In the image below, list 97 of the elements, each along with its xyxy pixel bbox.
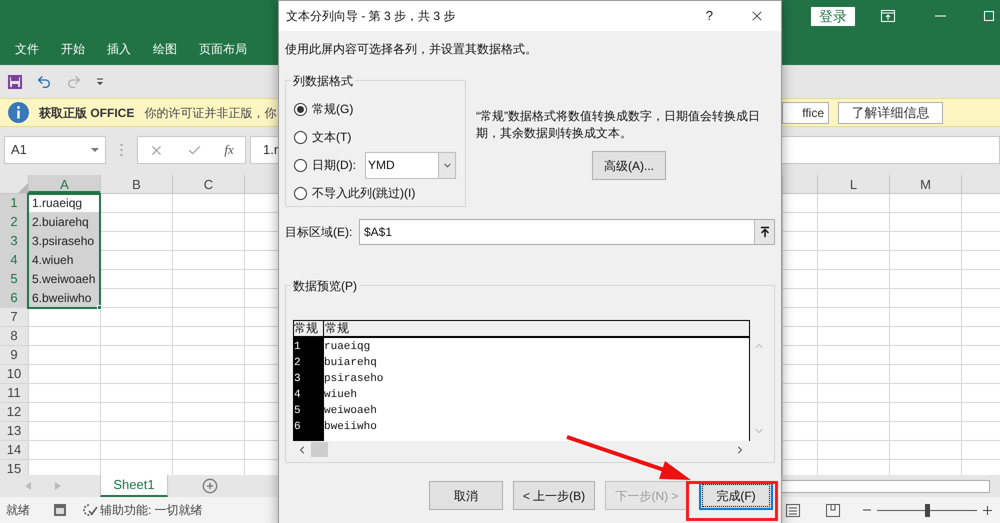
column-header[interactable]: B xyxy=(100,175,172,193)
message-text: 你的许可证并非正版，你 xyxy=(144,104,276,122)
preview-header: 常规 xyxy=(294,321,324,336)
minimize-icon[interactable] xyxy=(935,15,946,17)
row-header[interactable]: 2 xyxy=(0,213,28,231)
format-description: “常规”数据格式将数值转换成数字，日期值会转换成日期，其余数据则转换成文本。 xyxy=(476,108,761,142)
dialog-button[interactable]: < 上一步(B) xyxy=(513,481,595,510)
preview-row-number: 2 xyxy=(294,356,302,371)
destination-label: 目标区域(E): xyxy=(285,224,354,241)
cell-text: 3.psiraseho xyxy=(32,234,94,248)
help-button[interactable]: ? xyxy=(706,6,713,26)
zoom-slider[interactable] xyxy=(877,504,977,516)
scroll-thumb[interactable] xyxy=(311,442,328,457)
instruction-text: 使用此屏内容可选择各列，并设置其数据格式。 xyxy=(285,41,538,58)
row-header[interactable]: 11 xyxy=(0,384,28,402)
ribbon-display-icon[interactable] xyxy=(881,10,895,22)
preview-cell-text: weiwoaeh xyxy=(324,404,378,419)
name-box[interactable]: A1 xyxy=(4,136,106,164)
preview-cell-text: ruaeiqg xyxy=(324,340,372,355)
cell-text: 5.weiwoaeh xyxy=(32,272,96,286)
ribbon-tab[interactable]: 开始 xyxy=(61,40,85,58)
status-text: 就绪 xyxy=(6,502,30,519)
zoom-thumb[interactable] xyxy=(925,504,930,516)
insert-function-button[interactable]: fx xyxy=(224,140,234,160)
radio-button[interactable] xyxy=(294,158,307,172)
advanced-button[interactable]: 高级(A)... xyxy=(592,151,666,180)
preview-row-number: 6 xyxy=(294,420,302,435)
radio-label[interactable]: 不导入此列(跳过)(I) xyxy=(312,184,416,202)
info-icon xyxy=(8,102,29,123)
preview-header: 常规 xyxy=(324,321,350,336)
dialog-button[interactable]: 完成(F) xyxy=(699,481,773,510)
message-button[interactable]: 了解详细信息 xyxy=(838,102,943,124)
zoom-in-icon[interactable] xyxy=(983,506,992,514)
preview-row-number: 5 xyxy=(294,404,302,419)
ribbon-tab[interactable]: 文件 xyxy=(15,40,39,58)
add-sheet-icon[interactable] xyxy=(202,478,218,494)
preview-cell-text: bweiiwho xyxy=(324,420,378,435)
row-header[interactable]: 7 xyxy=(0,308,28,326)
group-label: 数据预览(P) xyxy=(291,277,359,295)
radio-label[interactable]: 常规(G) xyxy=(312,100,354,118)
ribbon-tab[interactable]: 绘图 xyxy=(153,40,177,58)
customize-icon[interactable] xyxy=(96,78,104,86)
row-header[interactable]: 10 xyxy=(0,365,28,383)
preview-cell-text: buiarehq xyxy=(324,356,378,371)
radio-label[interactable]: 日期(D): xyxy=(312,156,356,174)
dropdown-icon[interactable] xyxy=(91,148,99,152)
row-header[interactable]: 8 xyxy=(0,327,28,345)
preview-cell-text: psiraseho xyxy=(324,372,384,387)
undo-icon[interactable] xyxy=(36,74,52,90)
page-break-icon[interactable] xyxy=(826,504,840,516)
cell-text: 4.wiueh xyxy=(32,253,74,267)
group-label: 列数据格式 xyxy=(291,72,355,90)
accessibility-status[interactable]: 辅助功能: 一切就绪 xyxy=(100,501,203,519)
preview-row-number: 4 xyxy=(294,388,302,403)
ribbon-tab[interactable]: 页面布局 xyxy=(199,40,247,58)
grip-icon xyxy=(120,143,123,157)
row-header[interactable]: 15 xyxy=(0,460,28,475)
column-header[interactable]: A xyxy=(28,175,100,193)
cell-text: 1.ruaeiqg xyxy=(32,196,82,210)
row-header[interactable]: 4 xyxy=(0,251,28,269)
row-header[interactable]: 1 xyxy=(0,194,28,212)
dialog-button[interactable]: 取消 xyxy=(429,481,503,510)
collapse-dialog-icon[interactable] xyxy=(758,226,770,238)
sheet-tab[interactable]: Sheet1 xyxy=(100,475,168,497)
row-header[interactable]: 12 xyxy=(0,403,28,421)
signin-button[interactable]: 登录 xyxy=(811,6,855,26)
radio-label[interactable]: 文本(T) xyxy=(312,128,352,146)
preview-row-number: 1 xyxy=(294,340,302,355)
date-format-select[interactable]: YMD xyxy=(365,152,456,178)
radio-button[interactable] xyxy=(294,186,307,200)
maximize-icon[interactable] xyxy=(984,11,994,21)
macro-icon[interactable] xyxy=(54,504,66,516)
radio-button[interactable] xyxy=(294,130,307,144)
radio-button[interactable] xyxy=(294,102,307,116)
ribbon-tab[interactable]: 插入 xyxy=(107,40,131,58)
cell-text: 6.bweiiwho xyxy=(32,291,92,305)
preview-row-number: 3 xyxy=(294,372,302,387)
page-layout-icon[interactable] xyxy=(786,504,800,516)
destination-field[interactable]: $A$1 xyxy=(359,219,775,245)
dialog-title: 文本分列向导 - 第 3 步，共 3 步 xyxy=(286,8,456,25)
row-header[interactable]: 6 xyxy=(0,289,28,307)
column-header[interactable]: C xyxy=(172,175,244,193)
save-icon[interactable] xyxy=(8,74,22,88)
row-header[interactable]: 3 xyxy=(0,232,28,250)
row-header[interactable]: 5 xyxy=(0,270,28,288)
row-header[interactable]: 14 xyxy=(0,441,28,459)
column-header[interactable]: L xyxy=(817,175,889,193)
row-header[interactable]: 13 xyxy=(0,422,28,440)
fill-handle[interactable] xyxy=(97,305,102,310)
message-button[interactable]: ffice xyxy=(782,102,829,124)
message-title: 获取正版 OFFICE xyxy=(39,104,134,122)
cell-text: 2.buiarehq xyxy=(32,215,89,229)
accessibility-icon[interactable] xyxy=(82,503,98,517)
horizontal-scrollbar[interactable] xyxy=(781,480,990,493)
column-header[interactable]: M xyxy=(889,175,961,193)
preview-cell-text: wiueh xyxy=(324,388,358,403)
row-header[interactable]: 9 xyxy=(0,346,28,364)
